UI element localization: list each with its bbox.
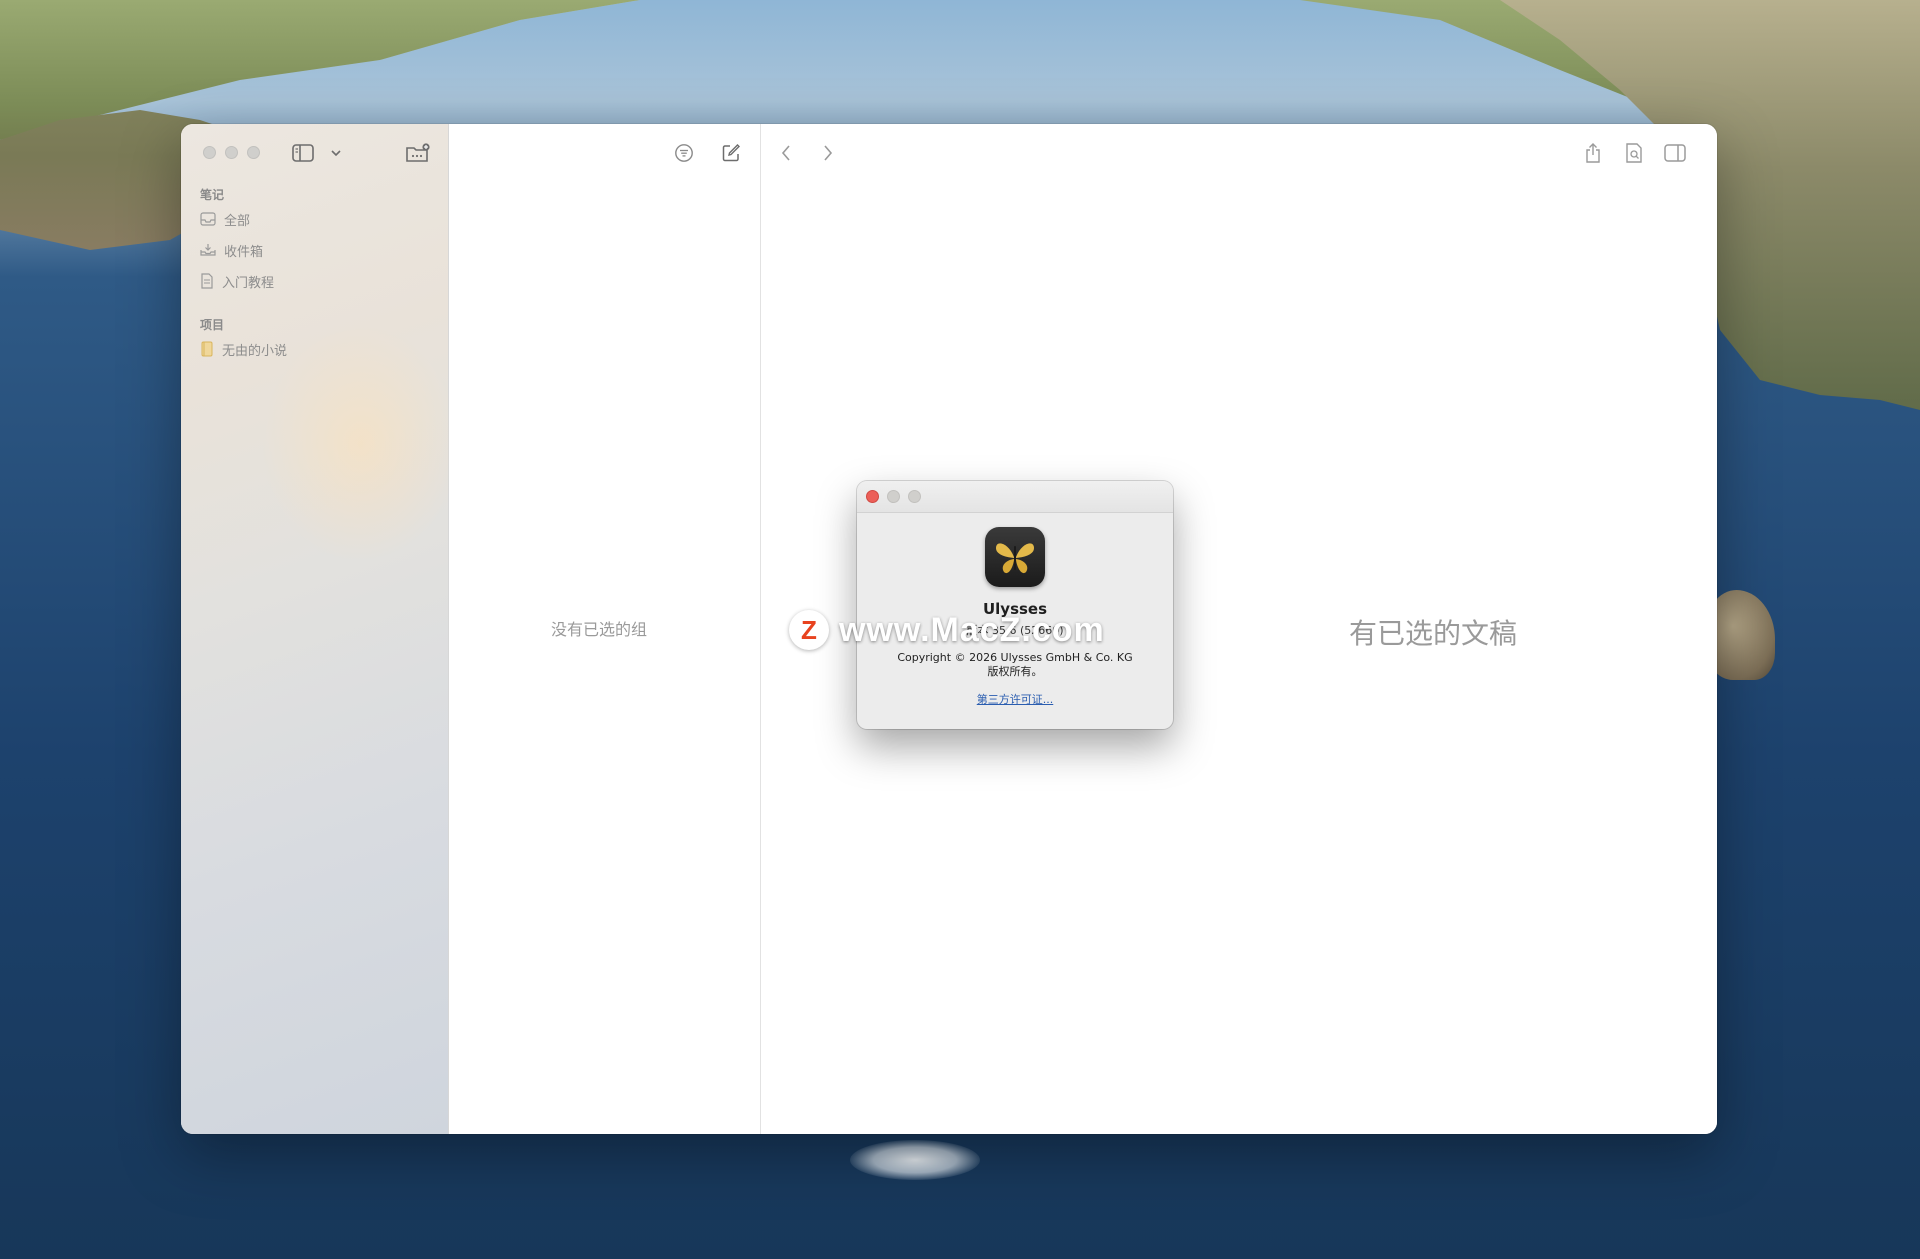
- minimize-window-button[interactable]: [225, 146, 238, 159]
- sidebar-item-label: 入门教程: [222, 275, 275, 291]
- right-sidebar-icon: [1664, 144, 1686, 162]
- chevron-down-icon: [331, 150, 341, 157]
- no-group-selected-text: 没有已选的组: [551, 620, 648, 639]
- section-label-projects: 项目: [200, 318, 225, 332]
- third-party-licenses-link[interactable]: 第三方许可证...: [857, 691, 1173, 707]
- zoom-window-button[interactable]: [247, 146, 260, 159]
- about-titlebar: [857, 481, 1173, 513]
- sidebar-item-label: 无由的小说: [222, 343, 288, 359]
- chevron-right-icon: [824, 145, 833, 161]
- sheet-list-pane: 没有已选的组: [449, 124, 761, 1134]
- watermark: Z www.MacZ.com: [789, 608, 1105, 652]
- ulysses-app-icon: [985, 527, 1045, 587]
- chevron-left-icon: [781, 145, 790, 161]
- sidebar-options-dropdown[interactable]: [327, 140, 345, 166]
- inbox-icon: [200, 244, 216, 256]
- share-icon: [1586, 143, 1600, 163]
- section-label-notes: 笔记: [200, 188, 225, 202]
- sidebar-item-label: 全部: [224, 213, 251, 229]
- watermark-logo-icon: Z: [789, 610, 829, 650]
- forward-button[interactable]: [815, 140, 841, 166]
- document-search-icon: [1626, 143, 1642, 163]
- copyright-text: Copyright © 2026 Ulysses GmbH & Co. KG 版…: [857, 651, 1173, 679]
- preview-button[interactable]: [1621, 140, 1647, 166]
- sidebar-icon: [292, 144, 314, 162]
- sidebar-item-tutorial[interactable]: 入门教程: [200, 269, 274, 293]
- about-close-button[interactable]: [866, 490, 879, 503]
- toggle-inspector-button[interactable]: [1662, 140, 1688, 166]
- copyright-line-2: 版权所有。: [987, 665, 1043, 678]
- close-window-button[interactable]: [203, 146, 216, 159]
- document-icon: [201, 273, 213, 289]
- watermark-text: www.MacZ.com: [839, 610, 1105, 649]
- filter-icon: [675, 144, 693, 162]
- tray-icon: [200, 212, 216, 226]
- no-sheet-selected-text: 有已选的文稿: [1349, 617, 1518, 650]
- sidebar-item-inbox[interactable]: 收件箱: [200, 238, 263, 262]
- copyright-line-1: Copyright © 2026 Ulysses GmbH & Co. KG: [897, 651, 1133, 664]
- about-minimize-button: [887, 490, 900, 503]
- new-sheet-button[interactable]: [718, 140, 744, 166]
- butterfly-icon: [996, 543, 1034, 574]
- filter-button[interactable]: [671, 140, 697, 166]
- sidebar-item-project-novel[interactable]: 无由的小说: [200, 337, 287, 361]
- window-controls: [203, 146, 260, 159]
- about-window-controls: [866, 490, 921, 503]
- back-button[interactable]: [773, 140, 799, 166]
- library-sidebar: 笔记 全部 收件箱 入门教程 项目 无由的小说: [181, 124, 461, 1134]
- new-group-button[interactable]: [403, 140, 433, 166]
- book-icon: [201, 341, 213, 357]
- about-zoom-button: [908, 490, 921, 503]
- sidebar-item-label: 收件箱: [224, 244, 264, 260]
- sidebar-item-all[interactable]: 全部: [200, 207, 250, 231]
- about-dialog: Ulysses 版本 35 6 (52660) Copyright © 2026…: [857, 481, 1173, 729]
- toggle-sidebar-button[interactable]: [289, 140, 317, 166]
- compose-icon: [722, 144, 740, 162]
- new-folder-icon: [406, 143, 430, 162]
- share-button[interactable]: [1580, 140, 1606, 166]
